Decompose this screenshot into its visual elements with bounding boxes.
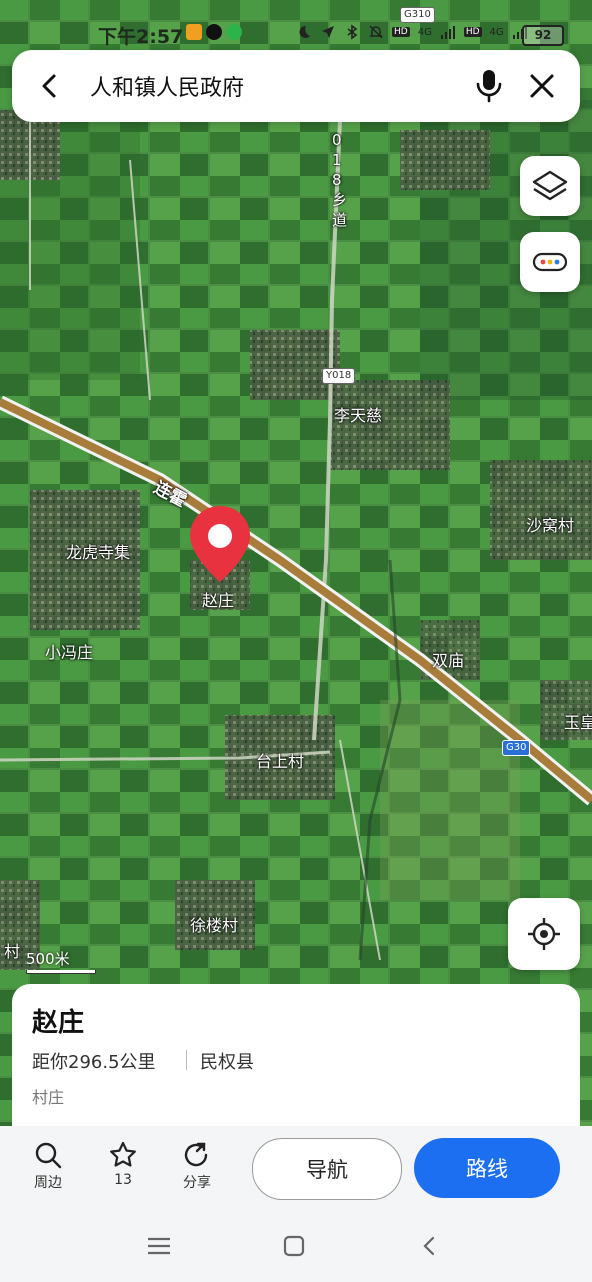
map-label-yu-huang: 玉皇 [564,713,592,732]
map-scale-label: 500米 [26,950,70,968]
map-label-tai-shang-cun: 台上村 [256,752,305,771]
place-name: 赵庄 [32,1008,85,1038]
close-icon[interactable] [524,68,560,104]
wechat-icon [226,24,242,40]
share-button[interactable]: 分享 [169,1140,225,1192]
back-arrow-icon[interactable] [32,68,68,104]
favorite-button[interactable]: 13 [95,1140,151,1188]
navigate-button[interactable]: 导航 [252,1138,402,1200]
map-label-road-018: 0 1 8 乡 道 [332,131,348,229]
map-label-zhao-zhuang[interactable]: 赵庄 [202,587,234,611]
location-arrow-icon [322,26,334,38]
place-info-card[interactable]: 赵庄 距你296.5公里 民权县 村庄 [12,984,580,1144]
map-scale-bar [26,970,96,974]
star-icon [110,1141,136,1167]
share-label: 分享 [183,1175,211,1191]
more-dots-icon [532,252,568,272]
menu-icon[interactable] [146,1236,172,1256]
map-layers-button[interactable] [520,156,580,216]
share-icon [184,1142,208,1167]
home-icon[interactable] [282,1234,306,1258]
system-navigation-bar [0,1210,592,1282]
my-location-button[interactable] [508,898,580,970]
search-icon [35,1142,62,1169]
search-query[interactable]: 人和镇人民政府 [90,70,244,102]
microphone-icon[interactable] [472,66,506,106]
shield-g310: G310 [400,7,435,23]
map-label-long-hu-si-ji: 龙虎寺集 [66,543,131,562]
network-label-2: 4G [489,26,504,38]
place-distance: 距你296.5公里 [32,1052,156,1073]
map-label-li-tian-ci: 李天慈 [334,406,383,425]
favorite-count: 13 [114,1172,132,1188]
bell-off-icon [369,25,383,39]
map-label-shuang-miao: 双庙 [432,651,465,670]
hd-badge-1: HD [392,27,410,37]
nearby-label: 周边 [34,1175,62,1191]
locate-icon [528,918,560,950]
signal-icon-1 [440,26,455,39]
app-notification-icon [186,24,202,40]
search-bar[interactable]: 人和镇人民政府 [12,50,580,122]
place-county: 民权县 [200,1052,254,1073]
shield-g30: G30 [502,740,531,756]
map-label-edge-cun: 村 [4,942,21,961]
bluetooth-icon [347,24,358,40]
selected-place-pin[interactable] [188,504,252,588]
system-status-icons: HD 4G HD 4G [296,24,528,40]
action-bar: 周边 13 分享 导航 路线 [0,1126,592,1210]
qq-icon [206,24,222,40]
notification-icons [186,24,242,40]
moon-icon [299,25,310,38]
back-icon[interactable] [418,1234,442,1258]
layers-icon [532,170,568,201]
route-button[interactable]: 路线 [414,1138,560,1198]
location-pin-icon [190,506,250,582]
shield-y018: Y018 [322,368,356,384]
battery-indicator: 92 [522,25,564,46]
nearby-button[interactable]: 周边 [20,1140,76,1192]
map-label-xu-lou-cun: 徐楼村 [190,916,239,935]
more-tools-button[interactable] [520,232,580,292]
place-type: 村庄 [32,1088,65,1107]
status-time: 下午2:57 [98,26,184,48]
hd-badge-2: HD [463,27,482,37]
map-label-sha-wo-cun: 沙窝村 [526,516,575,535]
network-label-1: 4G [417,26,432,38]
status-bar: 下午2:57 HD 4G HD 4G 92 [0,0,592,48]
map-label-xiao-feng-zhuang: 小冯庄 [45,643,94,662]
card-divider [186,1050,187,1070]
